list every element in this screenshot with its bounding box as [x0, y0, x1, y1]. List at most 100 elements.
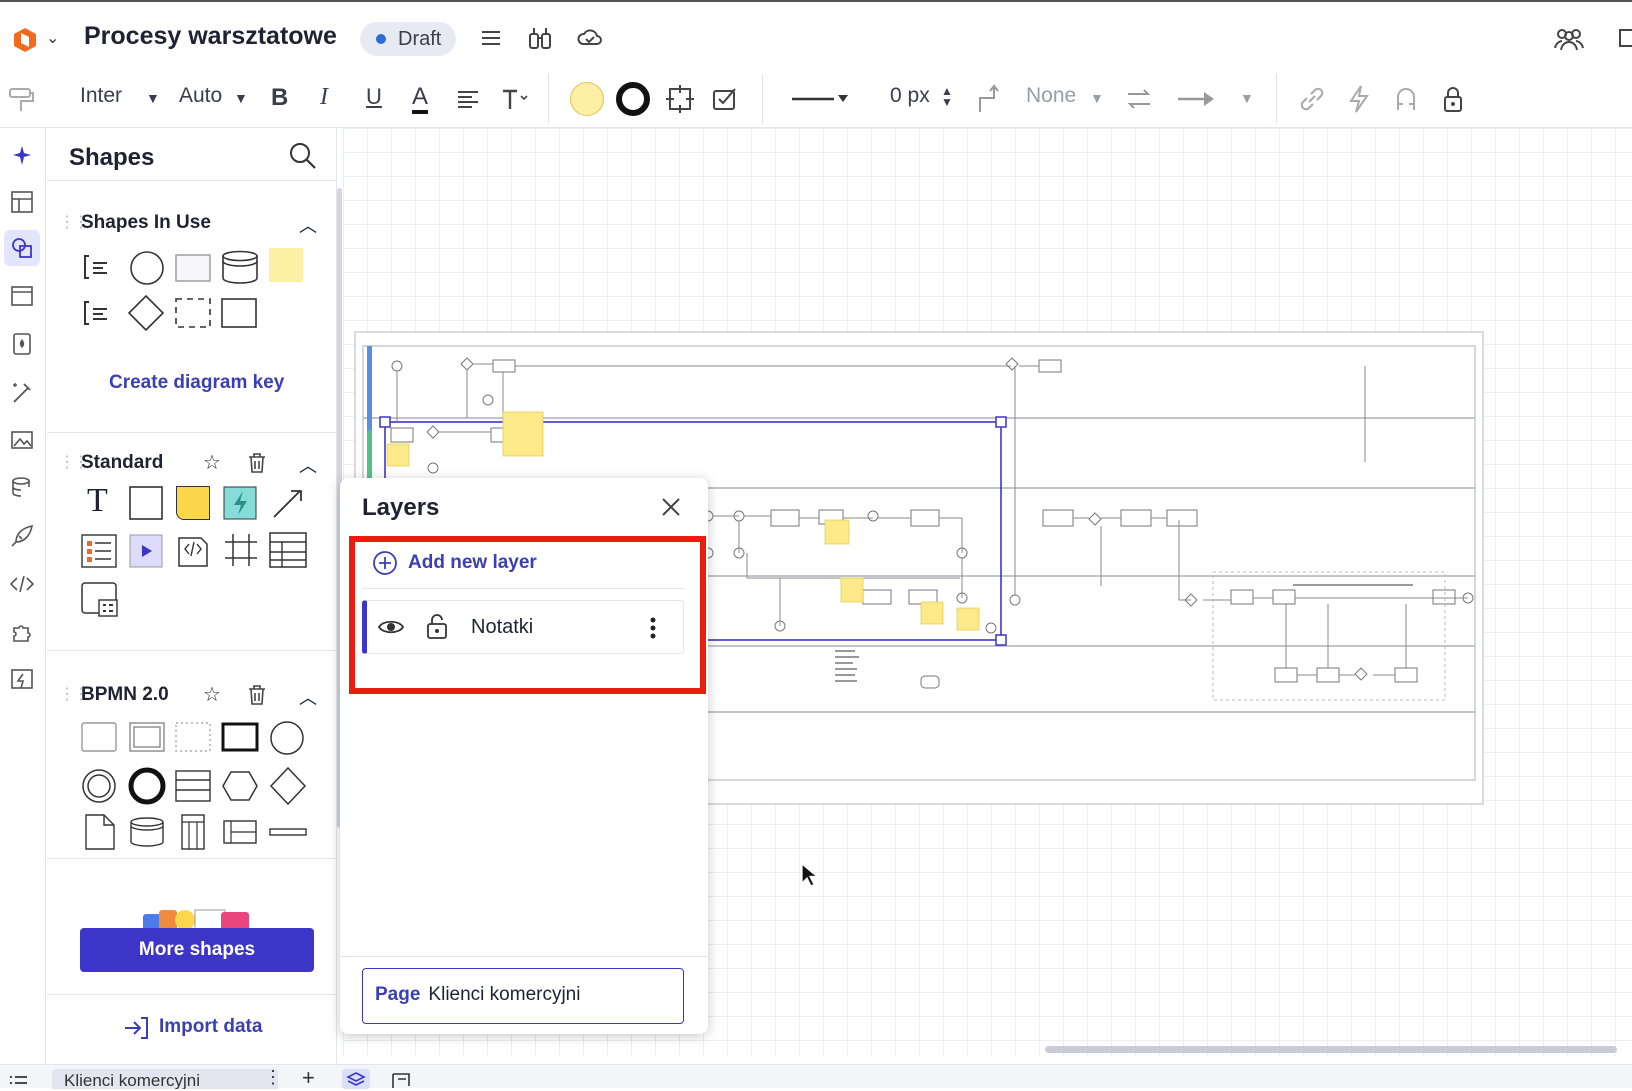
bpmn-end-event-icon[interactable] — [127, 766, 167, 806]
font-dropdown-caret-icon[interactable]: ▼ — [146, 90, 160, 106]
line-start-caret-icon[interactable]: ▼ — [1090, 90, 1104, 106]
format-painter-icon[interactable] — [6, 84, 36, 114]
close-icon[interactable] — [658, 494, 684, 520]
fill-color-button[interactable] — [570, 82, 604, 116]
line-width-stepper-icon[interactable]: ▲ ▼ — [941, 85, 953, 108]
collapse-chevron-icon[interactable]: ︿ — [299, 212, 317, 238]
status-badge[interactable]: Draft — [360, 22, 456, 56]
shape-text-icon[interactable]: T — [87, 482, 108, 520]
theme-drop-icon[interactable] — [4, 326, 40, 362]
bpmn-task-icon[interactable] — [81, 722, 117, 752]
lucid-logo-icon[interactable] — [10, 24, 40, 54]
bold-button[interactable]: B — [271, 84, 288, 112]
shape-cylinder-icon[interactable] — [221, 250, 259, 284]
share-icon[interactable] — [1618, 24, 1632, 52]
line-color-button[interactable] — [616, 82, 650, 116]
ai-sparkle-icon[interactable] — [4, 138, 40, 174]
shape-frame-icon[interactable] — [223, 532, 259, 568]
chevron-down-icon[interactable]: ⌄ — [46, 28, 59, 48]
collapse-chevron-icon[interactable]: ︿ — [299, 684, 317, 710]
bpmn-data-object-icon[interactable] — [85, 814, 115, 850]
menu-icon[interactable] — [477, 24, 505, 52]
page-tab-menu-icon[interactable]: ⋮ — [264, 1067, 282, 1088]
eye-visibility-icon[interactable] — [377, 616, 405, 638]
binoculars-icon[interactable] — [526, 24, 554, 52]
shape-block-icon[interactable] — [129, 486, 163, 520]
shape-arrow-line-icon[interactable] — [271, 486, 305, 520]
layers-toggle-icon[interactable] — [342, 1069, 370, 1089]
shape-video-icon[interactable] — [129, 534, 163, 568]
conditional-format-icon[interactable] — [710, 83, 742, 115]
cloud-saved-icon[interactable] — [576, 24, 604, 52]
swap-arrows-icon[interactable] — [1124, 84, 1154, 114]
quick-actions-icon[interactable] — [4, 662, 40, 698]
italic-button[interactable]: I — [320, 84, 328, 111]
underline-button[interactable]: U — [366, 84, 382, 110]
lock-open-icon[interactable] — [425, 612, 449, 640]
page-list-icon[interactable] — [8, 1073, 28, 1089]
canvas-horizontal-scrollbar[interactable] — [1045, 1046, 1617, 1053]
lock-icon[interactable] — [1440, 84, 1466, 114]
bpmn-group-icon[interactable] — [175, 722, 211, 752]
rocket-icon[interactable] — [4, 518, 40, 554]
link-icon[interactable] — [1297, 84, 1327, 114]
text-options-icon[interactable] — [500, 86, 530, 112]
shape-rectangle-gray-icon[interactable] — [175, 254, 211, 282]
bpmn-intermediate-event-icon[interactable] — [81, 768, 117, 804]
bpmn-divider-line-icon[interactable] — [269, 826, 307, 838]
shape-action-lightning-icon[interactable] — [223, 486, 257, 520]
shape-custom-data-icon[interactable] — [81, 582, 119, 618]
collaborators-icon[interactable] — [1552, 24, 1586, 52]
integrations-puzzle-icon[interactable] — [4, 614, 40, 650]
shape-list-icon[interactable] — [81, 534, 117, 568]
shape-note-icon[interactable] — [176, 486, 210, 520]
line-start-select[interactable]: None — [1026, 84, 1076, 108]
bpmn-subprocess-icon[interactable] — [129, 722, 165, 752]
bpmn-conversation-icon[interactable] — [221, 770, 259, 802]
bpmn-pool-icon[interactable] — [175, 770, 211, 802]
line-end-caret-icon[interactable]: ▼ — [1240, 90, 1254, 106]
magic-wand-icon[interactable] — [4, 374, 40, 410]
data-database-icon[interactable] — [4, 470, 40, 506]
shape-dashed-rect-icon[interactable] — [175, 298, 211, 328]
line-end-arrow-icon[interactable] — [1176, 84, 1216, 114]
delete-trash-icon[interactable] — [247, 684, 267, 706]
delete-trash-icon[interactable] — [247, 452, 267, 474]
text-color-button[interactable]: A — [412, 84, 429, 114]
magnet-icon[interactable] — [1392, 84, 1420, 114]
bpmn-vertical-lane-icon[interactable] — [181, 814, 205, 850]
more-options-icon[interactable] — [649, 616, 657, 640]
font-size-select[interactable]: Auto — [179, 84, 222, 108]
align-text-icon[interactable] — [455, 86, 481, 112]
favorite-star-icon[interactable]: ☆ — [203, 450, 221, 475]
line-width-input[interactable]: 0 px — [890, 84, 930, 108]
create-diagram-key-link[interactable]: Create diagram key — [109, 372, 284, 394]
add-page-icon[interactable]: + — [302, 1065, 315, 1091]
layer-row[interactable]: Notatki — [362, 600, 684, 654]
shape-embed-icon[interactable] — [175, 532, 211, 568]
document-title[interactable]: Procesy warsztatowe — [84, 22, 337, 51]
line-style-select[interactable] — [790, 84, 850, 114]
shapes-icon[interactable] — [4, 230, 40, 266]
shape-sticky-note-icon[interactable] — [269, 248, 303, 282]
more-shapes-button[interactable]: More shapes — [80, 928, 314, 972]
bpmn-start-event-icon[interactable] — [269, 720, 305, 756]
font-size-caret-icon[interactable]: ▼ — [234, 90, 248, 106]
line-elbow-icon[interactable] — [976, 84, 1004, 114]
page-tab[interactable]: Klienci komercyjni — [52, 1069, 278, 1089]
shape-text-block-2-icon[interactable] — [81, 298, 113, 328]
templates-icon[interactable] — [4, 184, 40, 220]
bpmn-call-activity-icon[interactable] — [221, 722, 259, 752]
page-settings-icon[interactable] — [390, 1071, 412, 1089]
shape-table-icon[interactable] — [269, 532, 307, 568]
bpmn-data-store-icon[interactable] — [129, 816, 165, 848]
frames-icon[interactable] — [4, 278, 40, 314]
import-data-link[interactable]: Import data — [159, 1016, 262, 1038]
shape-diamond-icon[interactable] — [127, 294, 165, 332]
lightning-action-icon[interactable] — [1346, 84, 1372, 114]
favorite-star-icon[interactable]: ☆ — [203, 682, 221, 707]
import-arrow-icon[interactable] — [123, 1016, 149, 1040]
bpmn-gateway-icon[interactable] — [269, 766, 307, 806]
font-family-select[interactable]: Inter — [80, 84, 122, 108]
crop-shape-icon[interactable] — [664, 83, 696, 115]
